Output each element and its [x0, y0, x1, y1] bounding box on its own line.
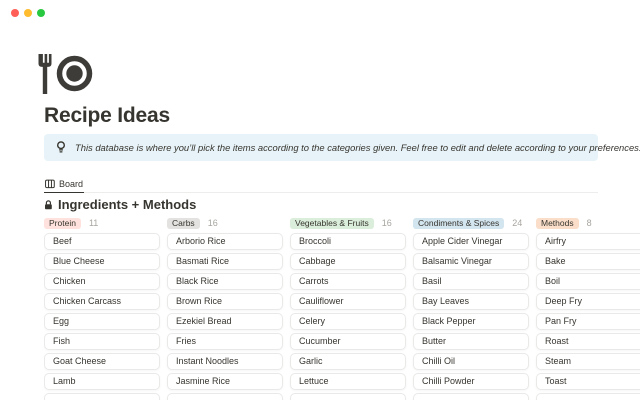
board-card[interactable]: Broccoli [290, 233, 406, 250]
column-count: 8 [587, 218, 592, 228]
board-card[interactable]: Celery [290, 313, 406, 330]
board-card[interactable]: Egg [44, 313, 160, 330]
board-card[interactable]: Black Pepper [413, 313, 529, 330]
board-card[interactable]: Deep Fry [536, 293, 640, 310]
database-title-row[interactable]: Ingredients + Methods [44, 197, 196, 212]
column-header: Protein 11 [44, 216, 160, 230]
kanban-board-icon [45, 179, 55, 189]
board-card[interactable]: Cauliflower [290, 293, 406, 310]
board-card[interactable]: Chilli Powder [413, 373, 529, 390]
board-card[interactable]: Toast [536, 373, 640, 390]
board-card[interactable]: Bay Leaves [413, 293, 529, 310]
board-card[interactable]: Apple Cider Vinegar [413, 233, 529, 250]
page-icon[interactable] [38, 54, 93, 94]
board-card[interactable]: Lettuce [290, 373, 406, 390]
board-card[interactable]: Bake [536, 253, 640, 270]
board-card-partial[interactable] [167, 393, 283, 400]
column-count: 11 [89, 218, 98, 228]
board-card[interactable]: Blue Cheese [44, 253, 160, 270]
titlebar [0, 0, 640, 28]
board-card[interactable]: Cucumber [290, 333, 406, 350]
lightbulb-icon [56, 141, 66, 154]
board-card[interactable]: Cabbage [290, 253, 406, 270]
tab-label: Board [59, 179, 83, 189]
callout: This database is where you’ll pick the i… [44, 134, 598, 161]
board-card[interactable]: Basmati Rice [167, 253, 283, 270]
board-card[interactable]: Lamb [44, 373, 160, 390]
board-card[interactable]: Jasmine Rice [167, 373, 283, 390]
board-column: Vegetables & Fruits 16 Broccoli Cabbage Carr… [290, 216, 406, 400]
board-card[interactable]: Pan Fry [536, 313, 640, 330]
board-column: Protein 11 Beef Blue Cheese Chicken Chicken C… [44, 216, 160, 400]
column-count: 16 [382, 218, 392, 228]
minimize-button[interactable] [24, 9, 32, 17]
board-card[interactable]: Balsamic Vinegar [413, 253, 529, 270]
board-card[interactable]: Beef [44, 233, 160, 250]
board-card-partial[interactable] [413, 393, 529, 400]
column-count: 24 [512, 218, 522, 228]
board-card-partial[interactable] [536, 393, 640, 400]
board-card[interactable]: Fries [167, 333, 283, 350]
column-header: Methods 8 [536, 216, 640, 230]
board-card-partial[interactable] [290, 393, 406, 400]
column-tag[interactable]: Condiments & Spices [413, 218, 504, 229]
view-tabs: Board [44, 176, 598, 193]
board-card[interactable]: Brown Rice [167, 293, 283, 310]
board-column: Condiments & Spices 24 Apple Cider Vinegar… [413, 216, 529, 400]
board-card[interactable]: Basil [413, 273, 529, 290]
close-button[interactable] [11, 9, 19, 17]
column-header: Carbs 16 [167, 216, 283, 230]
column-count: 16 [208, 218, 218, 228]
board-column: Methods 8 Airfry Bake Boil Deep Fry Pan Fry Roa… [536, 216, 640, 400]
board-card[interactable]: Butter [413, 333, 529, 350]
board-card[interactable]: Steam [536, 353, 640, 370]
column-tag[interactable]: Vegetables & Fruits [290, 218, 374, 229]
column-tag[interactable]: Methods [536, 218, 579, 229]
board-card[interactable]: Chilli Oil [413, 353, 529, 370]
board-card[interactable]: Carrots [290, 273, 406, 290]
board-column: Carbs 16 Arborio Rice Basmati Rice Black Ric… [167, 216, 283, 400]
column-tag[interactable]: Carbs [167, 218, 200, 229]
board-card-partial[interactable] [44, 393, 160, 400]
board-card[interactable]: Chicken [44, 273, 160, 290]
board-card[interactable]: Fish [44, 333, 160, 350]
board-card[interactable]: Chicken Carcass [44, 293, 160, 310]
board-card[interactable]: Boil [536, 273, 640, 290]
board-card[interactable]: Black Rice [167, 273, 283, 290]
board-card[interactable]: Instant Noodles [167, 353, 283, 370]
board: Protein 11 Beef Blue Cheese Chicken Chicken C… [44, 216, 640, 400]
column-tag[interactable]: Protein [44, 218, 81, 229]
database-title: Ingredients + Methods [58, 197, 196, 212]
column-header: Condiments & Spices 24 [413, 216, 529, 230]
lock-icon [44, 200, 53, 210]
fork-plate-icon [38, 54, 93, 94]
board-card[interactable]: Ezekiel Bread [167, 313, 283, 330]
column-header: Vegetables & Fruits 16 [290, 216, 406, 230]
board-card[interactable]: Airfry [536, 233, 640, 250]
callout-text: This database is where you’ll pick the i… [75, 142, 640, 153]
board-card[interactable]: Arborio Rice [167, 233, 283, 250]
tab-board[interactable]: Board [44, 176, 84, 193]
board-card[interactable]: Roast [536, 333, 640, 350]
board-card[interactable]: Goat Cheese [44, 353, 160, 370]
board-card[interactable]: Garlic [290, 353, 406, 370]
maximize-button[interactable] [37, 9, 45, 17]
page-title: Recipe Ideas [44, 104, 170, 128]
